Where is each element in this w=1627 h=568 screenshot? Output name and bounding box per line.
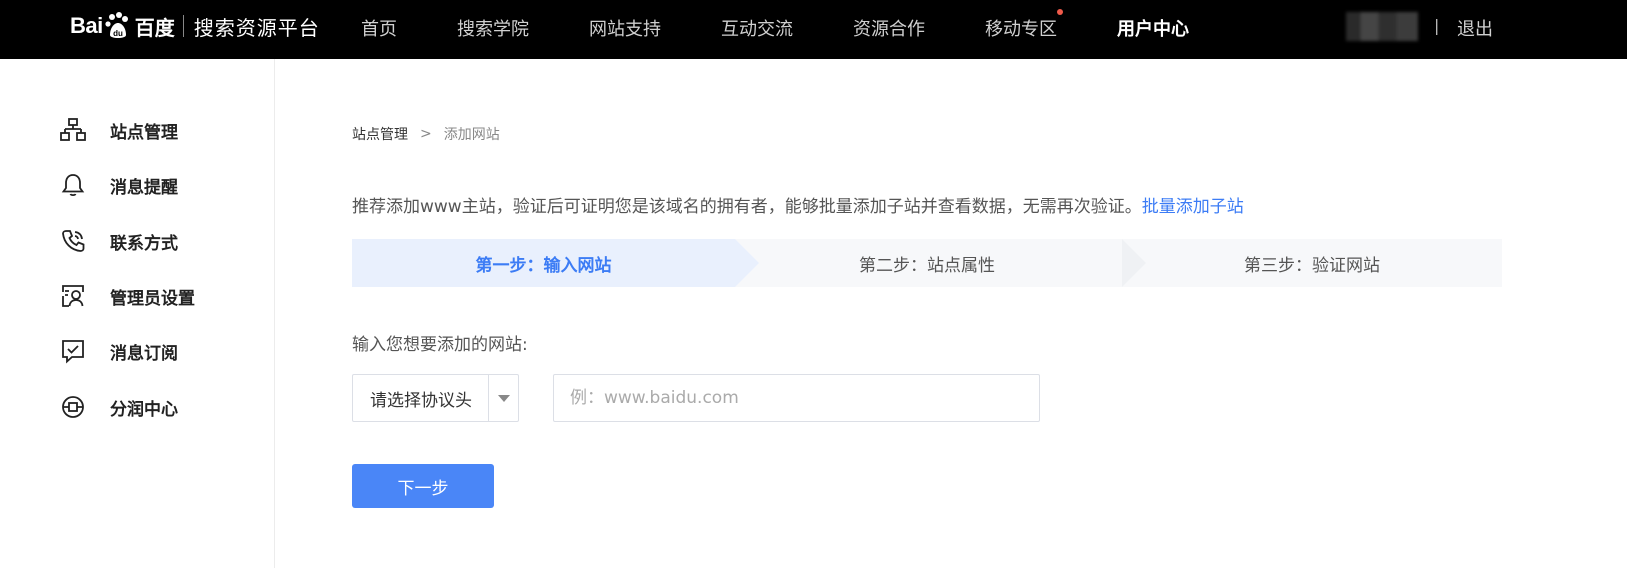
site-url-input[interactable] <box>553 374 1040 422</box>
notification-dot <box>1057 9 1063 15</box>
avatar[interactable] <box>1346 12 1418 41</box>
nav-search-academy[interactable]: 搜索学院 <box>457 15 529 41</box>
platform-name: 搜索资源平台 <box>193 15 320 40</box>
next-step-button[interactable]: 下一步 <box>352 464 494 508</box>
phone-icon <box>60 228 86 254</box>
logo-chinese: 百度 <box>134 15 175 40</box>
sidebar-item-label: 消息订阅 <box>110 343 178 364</box>
sitemap-icon <box>60 117 86 143</box>
step-3: 第三步：验证网站 <box>1244 255 1380 276</box>
baidu-logo[interactable]: Bai du 百度 搜索资源平台 <box>70 4 320 48</box>
nav-interaction[interactable]: 互动交流 <box>721 15 793 41</box>
nav-home[interactable]: 首页 <box>361 15 397 41</box>
nav-user-center[interactable]: 用户中心 <box>1117 15 1189 41</box>
caret-down-icon <box>497 394 510 402</box>
protocol-select[interactable]: 请选择协议头 <box>352 374 519 422</box>
paw-icon: du <box>105 12 128 38</box>
recommendation-tip: 推荐添加www主站，验证后可证明您是该域名的拥有者，能够批量添加子站并查看数据，… <box>352 192 1244 217</box>
dropdown-toggle[interactable] <box>488 375 518 421</box>
sidebar-item-label: 分润中心 <box>110 399 178 420</box>
sidebar-item-label: 站点管理 <box>110 122 178 143</box>
sidebar-item-admin-settings[interactable]: 管理员设置 <box>60 281 260 311</box>
coin-icon <box>60 394 86 420</box>
bell-icon <box>60 172 86 198</box>
logo-latin: Bai <box>70 13 103 38</box>
step-2: 第二步：站点属性 <box>859 255 995 276</box>
subscribe-chat-icon <box>60 338 86 364</box>
logout-link[interactable]: 退出 <box>1457 15 1493 41</box>
svg-text:du: du <box>113 29 123 38</box>
breadcrumb-current: 添加网站 <box>443 127 500 143</box>
admin-user-icon <box>60 283 86 309</box>
sidebar-item-label: 管理员设置 <box>110 288 195 309</box>
breadcrumb-root[interactable]: 站点管理 <box>352 124 408 144</box>
breadcrumb-separator: > <box>420 126 432 142</box>
tip-text: 推荐添加www主站，验证后可证明您是该域名的拥有者，能够批量添加子站并查看数据，… <box>352 197 1142 217</box>
sidebar: 站点管理 消息提醒 联系方式 管理员设置 消息订阅 分润中心 <box>0 59 275 568</box>
breadcrumb: 站点管理 > 添加网站 <box>352 124 500 144</box>
step-progress: 第一步：输入网站 第二步：站点属性 第三步：验证网站 <box>352 239 1502 287</box>
sidebar-item-label: 消息提醒 <box>110 177 178 198</box>
sidebar-item-revenue-share[interactable]: 分润中心 <box>60 392 260 422</box>
header-divider: | <box>1434 16 1440 35</box>
nav-mobile-zone-label: 移动专区 <box>985 19 1057 40</box>
nav-site-support[interactable]: 网站支持 <box>589 15 661 41</box>
sidebar-item-subscriptions[interactable]: 消息订阅 <box>60 336 260 366</box>
protocol-select-value: 请选择协议头 <box>370 390 472 411</box>
top-navbar: Bai du 百度 搜索资源平台 首页 搜索学院 网站支持 互动交流 资源合作 … <box>0 0 1627 59</box>
nav-resource-cooperation[interactable]: 资源合作 <box>853 15 925 41</box>
sidebar-item-notifications[interactable]: 消息提醒 <box>60 170 260 200</box>
batch-add-subsite-link[interactable]: 批量添加子站 <box>1142 197 1244 217</box>
sidebar-item-site-management[interactable]: 站点管理 <box>60 115 260 145</box>
sidebar-item-label: 联系方式 <box>110 233 178 254</box>
site-field-label: 输入您想要添加的网站: <box>352 335 528 355</box>
sidebar-item-contact[interactable]: 联系方式 <box>60 226 260 256</box>
nav-mobile-zone[interactable]: 移动专区 <box>985 9 1063 41</box>
logo-divider <box>182 15 184 37</box>
step-1: 第一步：输入网站 <box>352 239 735 287</box>
